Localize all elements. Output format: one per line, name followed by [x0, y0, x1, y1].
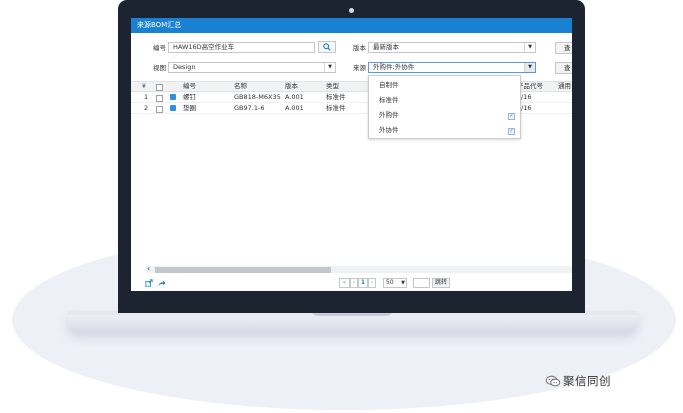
page-size-value: 50	[386, 279, 394, 286]
select-all-checkbox[interactable]	[156, 84, 163, 91]
current-page[interactable]: 1	[358, 278, 368, 288]
option-label: 外购件	[379, 111, 399, 119]
row-product-code: /16	[521, 104, 532, 112]
chevron-down-icon: ▼	[401, 280, 405, 286]
source-dropdown: 自制件 标准件 外购件 ✓ 外协件 ✓	[368, 75, 521, 139]
col-version[interactable]: 版本	[285, 81, 298, 92]
row-version: A.001	[285, 104, 304, 112]
source-select[interactable]: 外购件;外协件 ▼	[368, 62, 536, 73]
row-type: 标准件	[326, 93, 346, 101]
option-label: 外协件	[379, 126, 399, 134]
view-select[interactable]: Design ▼	[168, 62, 336, 73]
row-code: 螺钉	[183, 93, 196, 101]
part-icon	[170, 105, 176, 111]
row-checkbox[interactable]	[156, 95, 163, 102]
version-label: 版本	[353, 44, 366, 52]
view-label: 视图	[153, 64, 166, 72]
row-index: 1	[144, 93, 149, 101]
dropdown-option-standard[interactable]: 标准件	[369, 93, 520, 108]
row-type: 标准件	[326, 104, 346, 112]
chevron-down-icon: ▼	[324, 63, 335, 72]
version-select[interactable]: 最新版本 ▼	[368, 42, 536, 53]
search-icon	[323, 43, 331, 51]
dropdown-option-self-made[interactable]: 自制件	[369, 78, 520, 93]
next-page-button[interactable]: ›	[368, 278, 376, 288]
check-icon: ✓	[508, 113, 515, 120]
search-button[interactable]	[318, 41, 336, 53]
source-label: 来源	[353, 64, 366, 72]
code-label: 编号	[153, 44, 166, 52]
option-label: 标准件	[379, 96, 399, 104]
scroll-left-icon[interactable]: ‹	[147, 264, 150, 274]
export-icon[interactable]	[145, 279, 153, 290]
source-value: 外购件;外协件	[373, 63, 415, 71]
row-index: 2	[144, 104, 149, 112]
row-name: GB97.1-6	[234, 104, 265, 112]
camera-dot	[349, 8, 354, 13]
check-icon: ✓	[508, 128, 515, 135]
page-size-select[interactable]: 50 ▼	[383, 278, 407, 288]
window-title: 来源BOM汇总	[131, 18, 572, 33]
dropdown-option-outsourced[interactable]: 外协件 ✓	[369, 123, 520, 138]
code-input[interactable]: HAW16D高空作业车	[168, 42, 315, 53]
view-value: Design	[173, 63, 196, 71]
row-code: 垫圈	[183, 104, 196, 112]
query-button-1[interactable]: 查	[555, 42, 572, 54]
query-button-2[interactable]: 查	[555, 62, 572, 74]
brand-watermark: 聚信同创	[563, 374, 611, 388]
jump-page-input[interactable]	[413, 278, 430, 288]
col-name[interactable]: 名称	[234, 81, 247, 92]
jump-button[interactable]: 跳转	[432, 278, 450, 288]
wechat-icon	[545, 375, 561, 387]
row-version: A.001	[285, 93, 304, 101]
share-icon[interactable]	[157, 279, 166, 290]
col-code[interactable]: 编号	[183, 81, 196, 92]
scrollbar-thumb[interactable]	[155, 267, 331, 273]
row-product-code: /16	[521, 93, 532, 101]
chevron-down-icon: ▼	[524, 63, 535, 72]
expand-all-icon[interactable]: ¥	[142, 81, 146, 92]
version-value: 最新版本	[373, 43, 399, 51]
row-name: GB818-M6X35	[234, 93, 281, 101]
dropdown-option-purchased[interactable]: 外购件 ✓	[369, 108, 520, 123]
prev-page-button[interactable]: ‹	[350, 278, 358, 288]
option-label: 自制件	[379, 81, 399, 89]
row-checkbox[interactable]	[156, 106, 163, 113]
first-page-button[interactable]: «	[339, 278, 350, 288]
col-type[interactable]: 类型	[326, 81, 339, 92]
app-window: 来源BOM汇总 编号 HAW16D高空作业车 版本 最新版本 ▼ 查 视图 De…	[131, 18, 572, 291]
chevron-down-icon: ▼	[524, 43, 535, 52]
col-general[interactable]: 通用	[558, 81, 571, 92]
part-icon	[170, 94, 176, 100]
